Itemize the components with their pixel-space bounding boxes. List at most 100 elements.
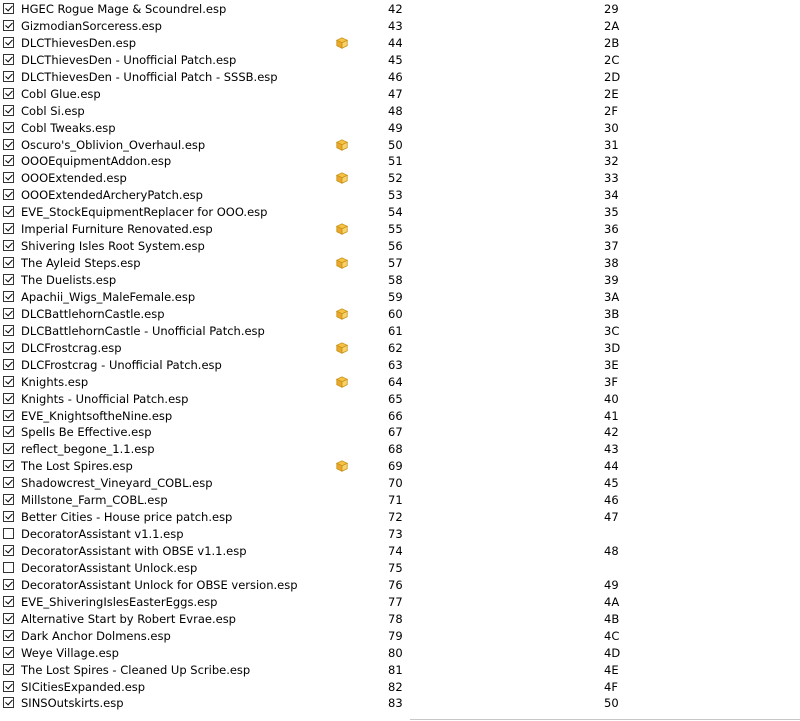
plugin-row[interactable]: DecoratorAssistant with OBSE v1.1.esp 74 4… — [0, 543, 800, 560]
plugin-row[interactable]: Knights - Unofficial Patch.esp 65 40 — [0, 391, 800, 408]
plugin-enabled-checkbox[interactable] — [3, 189, 14, 201]
plugin-name: Shivering Isles Root System.esp — [21, 239, 205, 254]
plugin-row[interactable]: Shivering Isles Root System.esp 56 37 — [0, 238, 800, 255]
plugin-row[interactable]: GizmodianSorceress.esp 43 2A — [0, 18, 800, 35]
plugin-enabled-checkbox[interactable] — [3, 392, 14, 404]
plugin-enabled-checkbox[interactable] — [3, 426, 14, 438]
plugin-row[interactable]: Cobl Si.esp 48 2F — [0, 103, 800, 120]
plugin-load-index: 69 — [388, 459, 403, 474]
plugin-row[interactable]: DLCThievesDen - Unofficial Patch.esp 45 2C — [0, 52, 800, 69]
plugin-enabled-checkbox[interactable] — [3, 172, 14, 184]
plugin-enabled-checkbox[interactable] — [3, 697, 14, 709]
plugin-name: Knights - Unofficial Patch.esp — [21, 391, 189, 406]
plugin-row[interactable]: The Duelists.esp 58 39 — [0, 272, 800, 289]
plugin-load-index: 54 — [388, 205, 403, 220]
plugin-row[interactable]: DLCThievesDen.esp 44 2B — [0, 35, 800, 52]
plugin-row[interactable]: Knights.esp 64 3F — [0, 374, 800, 391]
plugin-row[interactable]: HGEC Rogue Mage & Scoundrel.esp 42 29 — [0, 1, 800, 18]
plugin-row[interactable]: Shadowcrest_Vineyard_COBL.esp 70 45 — [0, 475, 800, 492]
plugin-enabled-checkbox[interactable] — [3, 680, 14, 692]
plugin-row[interactable]: Cobl Glue.esp 47 2E — [0, 86, 800, 103]
plugin-row[interactable]: OOOExtendedArcheryPatch.esp 53 34 — [0, 187, 800, 204]
plugin-enabled-checkbox[interactable] — [3, 104, 14, 116]
plugin-load-index: 55 — [388, 222, 403, 237]
plugin-row[interactable]: Weye Village.esp 80 4D — [0, 645, 800, 662]
plugin-enabled-checkbox[interactable] — [3, 460, 14, 472]
plugin-row[interactable]: EVE_StockEquipmentReplacer for OOO.esp 54… — [0, 204, 800, 221]
plugin-enabled-checkbox[interactable] — [3, 274, 14, 285]
plugin-row[interactable]: DecoratorAssistant Unlock.esp 75 — [0, 560, 800, 577]
plugin-enabled-checkbox[interactable] — [3, 206, 14, 218]
plugin-row[interactable]: DLCFrostcrag - Unofficial Patch.esp 63 3E — [0, 357, 800, 374]
plugin-enabled-checkbox[interactable] — [3, 358, 14, 370]
plugin-row[interactable]: The Ayleid Steps.esp 57 38 — [0, 255, 800, 272]
plugin-row[interactable]: OOOExtended.esp 52 33 — [0, 170, 800, 187]
plugin-enabled-checkbox[interactable] — [3, 561, 14, 573]
plugin-enabled-checkbox[interactable] — [3, 595, 14, 607]
plugin-enabled-checkbox[interactable] — [3, 477, 14, 489]
plugin-hex-index: 3D — [604, 340, 621, 355]
plugin-enabled-checkbox[interactable] — [3, 257, 14, 269]
plugin-row[interactable]: Spells Be Effective.esp 67 42 — [0, 424, 800, 441]
plugin-load-index: 48 — [388, 103, 403, 118]
plugin-row[interactable]: DLCBattlehornCastle - Unofficial Patch.e… — [0, 323, 800, 340]
plugin-row[interactable]: OOOEquipmentAddon.esp 51 32 — [0, 153, 800, 170]
plugin-row[interactable]: SICitiesExpanded.esp 82 4F — [0, 679, 800, 696]
plugin-enabled-checkbox[interactable] — [3, 53, 14, 65]
plugin-enabled-checkbox[interactable] — [3, 155, 14, 167]
plugin-enabled-checkbox[interactable] — [3, 646, 14, 658]
plugin-enabled-checkbox[interactable] — [3, 70, 14, 82]
plugin-hex-index: 39 — [604, 273, 619, 287]
plugin-enabled-checkbox[interactable] — [3, 240, 14, 252]
plugin-enabled-checkbox[interactable] — [3, 324, 14, 336]
plugin-enabled-checkbox[interactable] — [3, 375, 14, 387]
plugin-enabled-checkbox[interactable] — [3, 409, 14, 421]
plugin-enabled-checkbox[interactable] — [3, 138, 14, 150]
plugin-enabled-checkbox[interactable] — [3, 341, 14, 353]
plugin-enabled-checkbox[interactable] — [3, 663, 14, 675]
plugin-row[interactable]: EVE_KnightsoftheNine.esp 66 41 — [0, 408, 800, 425]
plugin-row[interactable]: DLCBattlehornCastle.esp 60 3B — [0, 306, 800, 323]
plugin-row[interactable]: DLCThievesDen - Unofficial Patch - SSSB.… — [0, 69, 800, 86]
plugin-enabled-checkbox[interactable] — [3, 290, 14, 302]
plugin-hex-index: 32 — [604, 154, 619, 169]
plugin-enabled-checkbox[interactable] — [3, 612, 14, 624]
plugin-row[interactable]: SINSOutskirts.esp 83 50 — [0, 695, 800, 712]
plugin-load-index: 72 — [388, 510, 403, 525]
plugin-enabled-checkbox[interactable] — [3, 629, 14, 641]
plugin-enabled-checkbox[interactable] — [3, 494, 14, 506]
plugin-row[interactable]: DLCFrostcrag.esp 62 3D — [0, 340, 800, 357]
plugin-row[interactable]: The Lost Spires - Cleaned Up Scribe.esp 8… — [0, 662, 800, 679]
plugin-load-index: 61 — [388, 323, 403, 338]
plugin-enabled-checkbox[interactable] — [3, 511, 14, 523]
plugin-row[interactable]: Better Cities - House price patch.esp 72 4… — [0, 509, 800, 526]
plugin-enabled-checkbox[interactable] — [3, 19, 14, 31]
plugin-row[interactable]: Alternative Start by Robert Evrae.esp 78 4… — [0, 611, 800, 628]
plugin-row[interactable]: reflect_begone_1.1.esp 68 43 — [0, 441, 800, 458]
plugin-row[interactable]: Cobl Tweaks.esp 49 30 — [0, 120, 800, 137]
plugin-enabled-checkbox[interactable] — [3, 223, 14, 235]
plugin-enabled-checkbox[interactable] — [3, 87, 14, 99]
plugin-row[interactable]: Imperial Furniture Renovated.esp 55 36 — [0, 221, 800, 238]
plugin-hex-index: 44 — [604, 459, 619, 474]
plugin-enabled-checkbox[interactable] — [3, 528, 14, 540]
plugin-enabled-checkbox[interactable] — [3, 121, 14, 133]
plugin-row[interactable]: Dark Anchor Dolmens.esp 79 4C — [0, 628, 800, 645]
plugin-row[interactable]: DecoratorAssistant v1.1.esp 73 — [0, 526, 800, 543]
plugin-row[interactable]: EVE_ShiveringIslesEasterEggs.esp 77 4A — [0, 594, 800, 611]
plugin-name: Weye Village.esp — [21, 645, 119, 660]
plugin-load-index: 68 — [388, 442, 403, 457]
plugin-row[interactable]: Millstone_Farm_COBL.esp 71 46 — [0, 492, 800, 509]
plugin-enabled-checkbox[interactable] — [3, 578, 14, 590]
plugin-enabled-checkbox[interactable] — [3, 443, 14, 455]
plugin-row[interactable]: Oscuro's_Oblivion_Overhaul.esp 50 31 — [0, 137, 800, 154]
plugin-enabled-checkbox[interactable] — [3, 3, 14, 14]
plugin-row[interactable]: DecoratorAssistant Unlock for OBSE versi… — [0, 577, 800, 594]
plugin-enabled-checkbox[interactable] — [3, 545, 14, 556]
plugin-row[interactable]: Apachii_Wigs_MaleFemale.esp 59 3A — [0, 289, 800, 306]
plugin-enabled-checkbox[interactable] — [3, 307, 14, 319]
plugin-load-index: 79 — [388, 628, 403, 643]
plugin-row[interactable]: The Lost Spires.esp 69 44 — [0, 458, 800, 475]
plugin-enabled-checkbox[interactable] — [3, 36, 14, 48]
plugin-load-index: 47 — [388, 86, 403, 101]
